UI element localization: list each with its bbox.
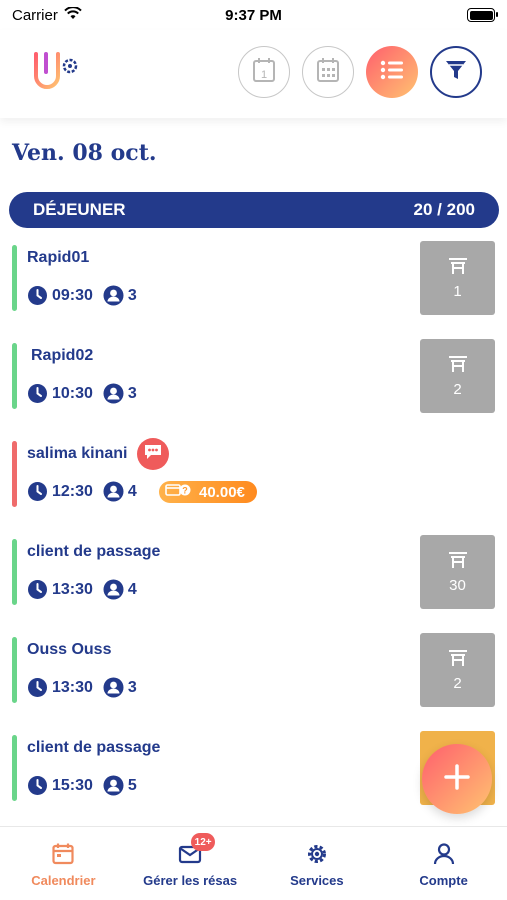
clock-icon (27, 775, 48, 796)
customer-name: Rapid01 (27, 249, 90, 266)
table-assignment[interactable]: 30 (420, 535, 495, 609)
tab-label: Calendrier (31, 873, 96, 888)
table-assignment[interactable]: 2 (420, 339, 495, 413)
table-icon (448, 355, 468, 377)
customer-name: client de passage (27, 739, 161, 756)
customer-name: client de passage (27, 543, 161, 560)
chat-bubble-icon (143, 443, 163, 466)
status-indicator (12, 735, 17, 801)
guest-count: 5 (127, 776, 137, 794)
notification-badge: 12+ (191, 833, 216, 851)
calendar-day-icon: 1 (252, 57, 276, 88)
app-header: 1 (0, 30, 507, 118)
service-header[interactable]: DÉJEUNER 20 / 200 (9, 192, 499, 228)
guest-count: 3 (127, 286, 137, 304)
reservation-time: 15:30 (52, 776, 93, 794)
customer-name: Ouss Ouss (27, 641, 112, 658)
user-icon (431, 841, 457, 867)
guest-count: 4 (127, 482, 137, 500)
clock-icon (27, 579, 48, 600)
user-icon (103, 285, 124, 306)
reservation-time: 13:30 (52, 580, 93, 598)
user-icon (103, 481, 124, 502)
tab-label: Gérer les résas (143, 873, 238, 888)
plus-icon (444, 763, 470, 795)
tab-compte[interactable]: Compte (380, 827, 507, 900)
table-icon (448, 649, 468, 671)
wifi-icon (64, 5, 82, 24)
tab-services[interactable]: Services (254, 827, 381, 900)
status-indicator (12, 637, 17, 703)
reservation-row[interactable]: Rapid01 09:30 3 1 (0, 241, 507, 321)
user-icon (103, 579, 124, 600)
reservation-time: 12:30 (52, 482, 93, 500)
tab-gerer-resas[interactable]: 12+ Gérer les résas (127, 827, 254, 900)
table-assignment[interactable]: 2 (420, 633, 495, 707)
customer-name: salima kinani (27, 445, 128, 462)
user-icon (103, 775, 124, 796)
add-reservation-button[interactable] (422, 744, 492, 814)
day-view-button[interactable]: 1 (238, 46, 290, 98)
bottom-tab-bar: Calendrier 12+ Gérer les résas Services … (0, 826, 507, 900)
tab-calendrier[interactable]: Calendrier (0, 827, 127, 900)
month-view-button[interactable] (302, 46, 354, 98)
tab-label: Compte (419, 873, 468, 888)
message-badge[interactable] (137, 438, 169, 470)
clock-icon (27, 481, 48, 502)
clock-icon (27, 285, 48, 306)
table-icon (448, 257, 468, 279)
table-number: 2 (453, 380, 462, 398)
deposit-badge[interactable]: ? 40.00€ (159, 481, 257, 503)
status-bar: Carrier 9:37 PM (0, 0, 507, 30)
user-icon (103, 383, 124, 404)
filter-button[interactable] (430, 46, 482, 98)
service-name: DÉJEUNER (33, 200, 126, 219)
reservation-time: 09:30 (52, 286, 93, 304)
user-icon (103, 677, 124, 698)
guest-count: 3 (127, 678, 137, 696)
reservation-row[interactable]: Rapid02 10:30 3 2 (0, 339, 507, 419)
status-indicator (12, 539, 17, 605)
table-number: 30 (449, 576, 466, 594)
carrier-label: Carrier (12, 6, 58, 24)
payment-card-icon: ? (165, 483, 191, 501)
guest-count: 4 (127, 580, 137, 598)
svg-text:1: 1 (261, 69, 267, 81)
reservation-row[interactable]: salima kinani 12:30 4 ? 40.00€ (0, 437, 507, 517)
reservation-time: 10:30 (52, 384, 93, 402)
table-assignment[interactable]: 1 (420, 241, 495, 315)
deposit-amount: 40.00€ (199, 483, 245, 501)
reservation-time: 13:30 (52, 678, 93, 696)
calendar-month-icon (316, 57, 340, 88)
filter-icon (445, 59, 467, 86)
status-indicator (12, 245, 17, 311)
clock-icon (27, 383, 48, 404)
table-number: 2 (453, 674, 462, 692)
clock-icon (27, 677, 48, 698)
page-title: Ven. 08 oct. (12, 140, 157, 166)
reservation-row[interactable]: Ouss Ouss 13:30 3 2 (0, 633, 507, 713)
status-indicator (12, 343, 17, 409)
table-icon (448, 551, 468, 573)
status-indicator (12, 441, 17, 507)
gear-icon (304, 841, 330, 867)
calendar-icon (50, 841, 76, 867)
list-view-button[interactable] (366, 46, 418, 98)
customer-name: Rapid02 (31, 347, 94, 364)
guest-count: 3 (127, 384, 137, 402)
app-logo[interactable] (30, 50, 82, 94)
mail-icon: 12+ (177, 833, 216, 867)
reservation-row[interactable]: client de passage 13:30 4 30 (0, 535, 507, 615)
tab-label: Services (290, 873, 344, 888)
table-number: 1 (453, 282, 462, 300)
service-count: 20 / 200 (413, 200, 475, 219)
list-icon (380, 60, 404, 85)
battery-icon (467, 8, 498, 22)
svg-text:?: ? (182, 486, 188, 496)
